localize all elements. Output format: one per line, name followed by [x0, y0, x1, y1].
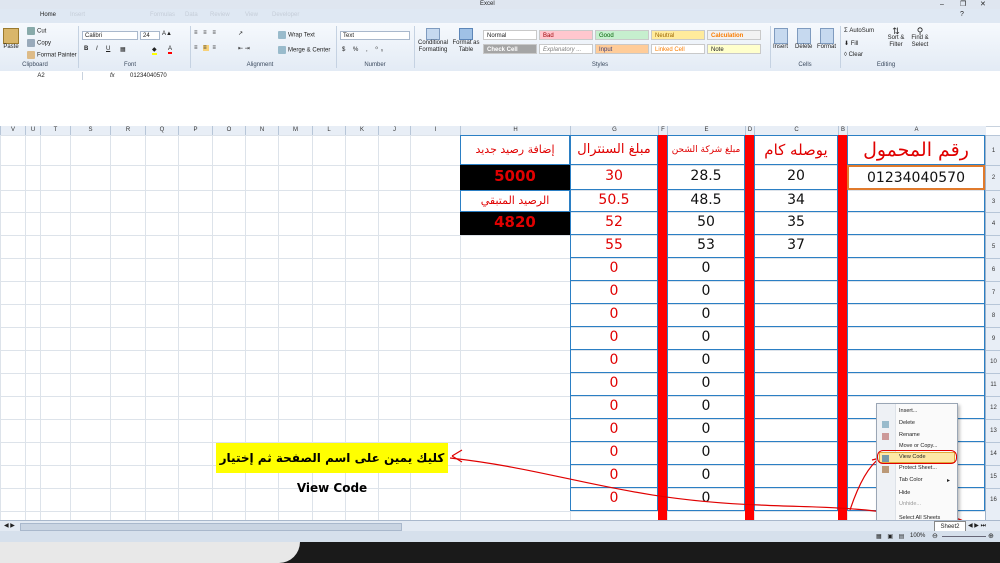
status-bar: ▦ ▣ ▤ 100% ⊖ ⊕ [0, 531, 1000, 542]
zoom-level: 100% [910, 533, 926, 539]
sheet-context-menu: Insert... Delete Rename Move or Copy... View… [876, 403, 958, 523]
taskbar [0, 542, 1000, 563]
view-code-circle [877, 450, 957, 464]
annotation-arrows [449, 449, 967, 533]
zoom-out-icon[interactable]: ⊖ [932, 532, 938, 540]
arrow-head-left [451, 449, 463, 463]
context-menu-item[interactable]: Unhide... [899, 501, 921, 507]
context-menu-item[interactable]: Rename [899, 432, 920, 438]
context-menu-item[interactable]: Protect Sheet... [899, 465, 937, 471]
context-menu-item[interactable]: Delete [899, 420, 915, 426]
context-menu-item[interactable]: Tab Color [899, 477, 923, 483]
zoom-slider[interactable] [942, 536, 986, 537]
view-code-icon [882, 455, 889, 462]
arrow-to-sheet-tab [449, 457, 941, 521]
view-mode-icons[interactable]: ▦ ▣ ▤ [876, 533, 906, 540]
delete-icon [882, 433, 889, 440]
context-menu-item[interactable]: Move or Copy... [899, 443, 937, 449]
horizontal-scrollbar[interactable] [20, 523, 402, 531]
context-menu-item[interactable]: Insert... [899, 408, 917, 414]
redacted-area [0, 542, 300, 563]
zoom-in-icon[interactable]: ⊕ [988, 532, 994, 540]
context-menu-item[interactable]: Hide [899, 490, 910, 496]
submenu-arrow-icon: ▸ [947, 478, 951, 484]
insert-icon [882, 421, 889, 428]
protect-icon [882, 466, 889, 473]
tab-nav-icons[interactable]: ◀ ▶ ⏭ [968, 522, 986, 530]
sheet-scroll-icons[interactable]: ◀ ▶ [4, 522, 15, 529]
